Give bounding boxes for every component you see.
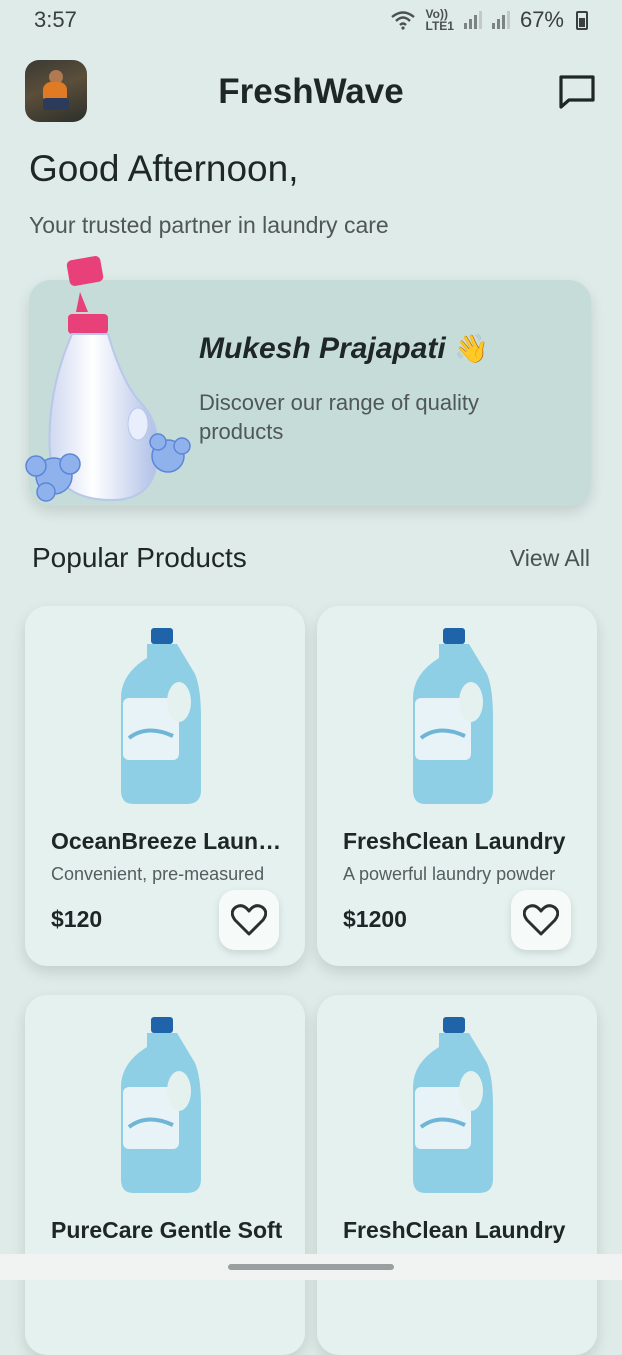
hero-subtitle: Discover our range of quality products — [199, 390, 480, 444]
product-price: $1200 — [343, 906, 407, 932]
product-description: Convenient, pre-measured — [51, 864, 265, 884]
product-card[interactable]: OceanBreeze Laundry Convenient, pre-meas… — [25, 606, 305, 966]
status-bar: 3:57 Vo)) LTE1 67% — [0, 0, 622, 40]
chat-icon — [559, 75, 595, 109]
detergent-bottle-icon — [25, 256, 191, 502]
app-title: FreshWave — [218, 72, 404, 111]
system-nav-bar — [0, 1254, 622, 1280]
product-card[interactable]: PureCare Gentle Soft — [25, 995, 305, 1355]
battery-percent: 67% — [519, 7, 564, 32]
product-bottle-icon — [121, 628, 201, 804]
status-time: 3:57 — [34, 7, 77, 32]
favorite-button[interactable] — [219, 890, 279, 950]
battery-icon — [576, 10, 588, 30]
status-icons: Vo)) LTE1 67% — [390, 7, 588, 33]
product-name: FreshClean Laundry — [343, 828, 566, 854]
greeting-subtitle: Your trusted partner in laundry care — [29, 212, 389, 238]
product-name: FreshClean Laundry — [343, 1217, 566, 1243]
network-type: Vo)) LTE1 — [425, 7, 454, 33]
product-card[interactable]: FreshClean Laundry — [317, 995, 597, 1355]
product-name: PureCare Gentle Soft — [51, 1217, 283, 1243]
app-header: FreshWave — [25, 60, 597, 124]
home-gesture-handle[interactable] — [228, 1264, 394, 1270]
signal-icon — [463, 11, 482, 29]
greeting-title: Good Afternoon, — [29, 148, 299, 189]
product-bottle-icon — [121, 1017, 201, 1193]
wave-emoji: 👋 — [454, 333, 489, 364]
heart-icon — [231, 904, 267, 936]
signal-icon — [491, 11, 510, 29]
favorite-button[interactable] — [511, 890, 571, 950]
view-all-link[interactable]: View All — [510, 545, 590, 572]
product-description: A powerful laundry powder — [343, 864, 556, 884]
product-card[interactable]: FreshClean Laundry A powerful laundry po… — [317, 606, 597, 966]
section-title: Popular Products — [32, 542, 247, 573]
product-bottle-icon — [413, 1017, 493, 1193]
heart-icon — [523, 904, 559, 936]
product-price: $120 — [51, 906, 103, 932]
wifi-icon — [390, 11, 415, 30]
hero-username: Mukesh Prajapati 👋 — [199, 332, 489, 365]
product-bottle-icon — [413, 628, 493, 804]
product-name: OceanBreeze Laundry — [51, 828, 285, 854]
chat-button[interactable] — [557, 72, 597, 112]
